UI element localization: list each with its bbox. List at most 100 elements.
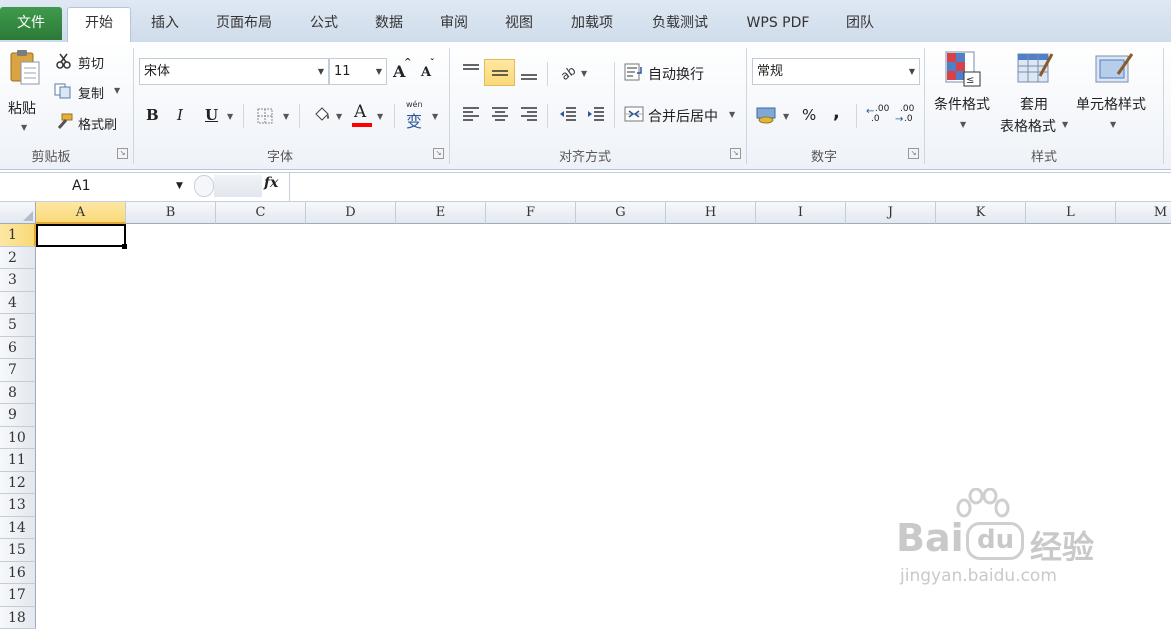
currency-dropdown-arrow[interactable]: ▼ — [783, 112, 789, 121]
font-color-dropdown-arrow[interactable]: ▼ — [377, 112, 383, 121]
fill-color-icon[interactable] — [312, 104, 332, 124]
column-header-i[interactable]: I — [756, 202, 846, 224]
row-header-7[interactable]: 7 — [0, 359, 36, 382]
copy-dropdown-arrow[interactable]: ▼ — [114, 86, 120, 95]
phonetic-guide-button[interactable]: wén 变 — [404, 100, 432, 130]
selected-cell-a1[interactable] — [36, 224, 126, 247]
merge-center-dropdown-arrow[interactable]: ▼ — [729, 110, 735, 119]
tab-review[interactable]: 审阅 — [432, 8, 476, 40]
row-header-16[interactable]: 16 — [0, 562, 36, 585]
tab-page-layout[interactable]: 页面布局 — [208, 8, 280, 40]
row-header-9[interactable]: 9 — [0, 404, 36, 427]
cut-button[interactable]: 剪切 — [54, 52, 124, 74]
align-left-icon[interactable] — [461, 105, 481, 123]
tab-data[interactable]: 数据 — [367, 8, 411, 40]
insert-function-button[interactable]: fx — [264, 175, 288, 197]
tab-addins[interactable]: 加载项 — [562, 8, 622, 40]
column-header-c[interactable]: C — [216, 202, 306, 224]
decrease-decimal-button[interactable]: .00 → .0 — [895, 102, 921, 128]
font-dialog-launcher[interactable]: ↘ — [433, 148, 444, 159]
conditional-formatting-button[interactable]: ≤ 条件格式 ▼ — [930, 48, 1000, 132]
number-dialog-launcher[interactable]: ↘ — [908, 148, 919, 159]
name-box[interactable]: A1 ▼ — [0, 173, 190, 201]
row-header-2[interactable]: 2 — [0, 247, 36, 270]
tab-wps-pdf[interactable]: WPS PDF — [738, 8, 818, 40]
increase-decimal-button[interactable]: ← .00 .0 — [866, 102, 892, 128]
percent-button[interactable]: % — [802, 106, 816, 124]
fill-color-dropdown-arrow[interactable]: ▼ — [336, 112, 342, 121]
tab-file[interactable]: 文件 — [0, 7, 62, 40]
alignment-dialog-launcher[interactable]: ↘ — [730, 148, 741, 159]
wrap-text-button[interactable]: 自动换行 — [624, 62, 734, 84]
conditional-formatting-dropdown-arrow[interactable]: ▼ — [960, 120, 966, 129]
row-header-13[interactable]: 13 — [0, 494, 36, 517]
orientation-icon[interactable]: ab — [558, 62, 580, 80]
format-as-table-dropdown-arrow[interactable]: ▼ — [1062, 120, 1068, 129]
paste-button[interactable]: 粘贴 ▼ — [2, 46, 46, 142]
italic-button[interactable]: I — [177, 106, 193, 126]
row-header-12[interactable]: 12 — [0, 472, 36, 495]
tab-view[interactable]: 视图 — [497, 8, 541, 40]
column-header-e[interactable]: E — [396, 202, 486, 224]
formula-input[interactable] — [292, 177, 1162, 197]
font-name-combo[interactable]: 宋体 ▼ — [139, 58, 329, 85]
select-all-button[interactable] — [0, 202, 36, 224]
tab-home[interactable]: 开始 — [67, 7, 131, 43]
column-header-b[interactable]: B — [126, 202, 216, 224]
format-as-table-button[interactable]: 套用 表格格式 ▼ — [998, 48, 1074, 132]
row-header-4[interactable]: 4 — [0, 292, 36, 315]
align-middle-button[interactable] — [484, 59, 515, 86]
row-header-18[interactable]: 18 — [0, 607, 36, 629]
row-header-10[interactable]: 10 — [0, 427, 36, 450]
column-header-j[interactable]: J — [846, 202, 936, 224]
decrease-indent-icon[interactable] — [558, 105, 578, 123]
grow-font-button[interactable]: A^ — [393, 62, 415, 82]
underline-dropdown-arrow[interactable]: ▼ — [227, 112, 233, 121]
phonetic-dropdown-arrow[interactable]: ▼ — [432, 112, 438, 121]
currency-icon[interactable] — [756, 105, 780, 125]
tab-insert[interactable]: 插入 — [143, 8, 187, 40]
shrink-font-button[interactable]: Aˇ — [421, 65, 443, 85]
column-header-l[interactable]: L — [1026, 202, 1116, 224]
fill-handle[interactable] — [122, 244, 127, 249]
comma-style-button[interactable]: , — [833, 102, 840, 123]
paste-dropdown-arrow[interactable]: ▼ — [21, 123, 27, 132]
align-center-icon[interactable] — [490, 105, 510, 123]
row-header-11[interactable]: 11 — [0, 449, 36, 472]
tab-formulas[interactable]: 公式 — [302, 8, 346, 40]
cell-styles-button[interactable]: 单元格样式 ▼ — [1074, 48, 1160, 132]
increase-indent-icon[interactable] — [586, 105, 606, 123]
column-header-m[interactable]: M — [1116, 202, 1171, 224]
align-top-icon[interactable] — [461, 62, 481, 78]
row-header-5[interactable]: 5 — [0, 314, 36, 337]
column-header-f[interactable]: F — [486, 202, 576, 224]
column-header-g[interactable]: G — [576, 202, 666, 224]
underline-button[interactable]: U — [205, 106, 221, 126]
borders-icon[interactable] — [257, 108, 273, 124]
format-painter-button[interactable]: 格式刷 — [54, 112, 126, 134]
copy-button[interactable]: 复制 ▼ — [54, 82, 126, 104]
row-header-6[interactable]: 6 — [0, 337, 36, 360]
row-header-14[interactable]: 14 — [0, 517, 36, 540]
row-header-15[interactable]: 15 — [0, 539, 36, 562]
column-header-h[interactable]: H — [666, 202, 756, 224]
name-box-resize-handle[interactable] — [194, 175, 214, 197]
font-color-button[interactable]: A — [352, 102, 372, 128]
bold-button[interactable]: B — [146, 106, 162, 126]
row-header-1[interactable]: 1 — [0, 224, 36, 247]
column-header-k[interactable]: K — [936, 202, 1026, 224]
clipboard-dialog-launcher[interactable]: ↘ — [117, 148, 128, 159]
row-header-17[interactable]: 17 — [0, 584, 36, 607]
orientation-dropdown-arrow[interactable]: ▼ — [581, 69, 587, 78]
row-header-3[interactable]: 3 — [0, 269, 36, 292]
align-bottom-icon[interactable] — [519, 66, 539, 82]
merge-center-button[interactable]: 合并后居中 ▼ — [624, 104, 744, 126]
cell-styles-dropdown-arrow[interactable]: ▼ — [1110, 120, 1116, 129]
tab-load-test[interactable]: 负载测试 — [643, 8, 717, 40]
number-format-combo[interactable]: 常规 ▼ — [752, 58, 920, 85]
align-right-icon[interactable] — [519, 105, 539, 123]
font-size-combo[interactable]: 11 ▼ — [329, 58, 387, 85]
chevron-down-icon[interactable]: ▼ — [176, 181, 183, 191]
column-header-d[interactable]: D — [306, 202, 396, 224]
borders-dropdown-arrow[interactable]: ▼ — [283, 112, 289, 121]
